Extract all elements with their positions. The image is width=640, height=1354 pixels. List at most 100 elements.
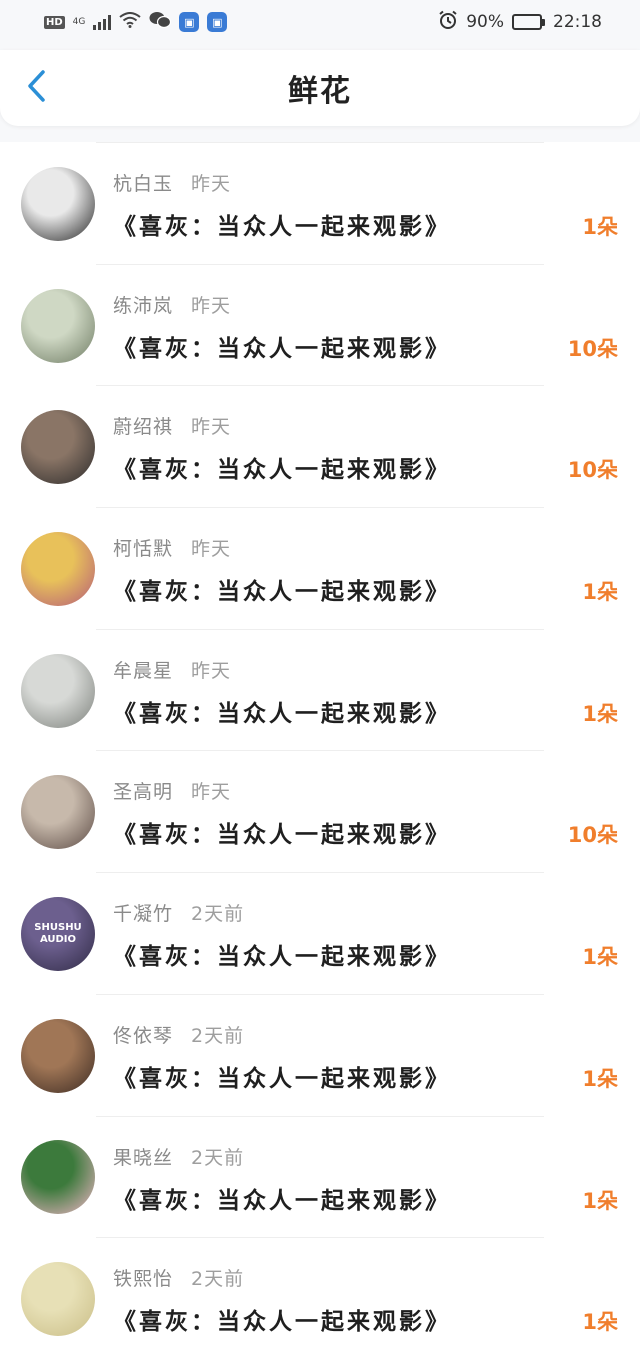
meta-line: 佟依琴 2天前 [113, 1021, 451, 1051]
flower-count: 10朵 [567, 823, 618, 848]
chevron-left-icon [26, 69, 46, 107]
timestamp: 2天前 [191, 903, 245, 926]
list-item[interactable]: 铁熙怡 2天前《喜灰：当众人一起来观影》 1朵 [0, 1238, 640, 1354]
meta-line: 千凝竹 2天前 [113, 899, 451, 929]
avatar[interactable] [21, 1140, 95, 1215]
avatar[interactable] [21, 166, 95, 241]
list-item[interactable]: 圣高明 昨天《喜灰：当众人一起来观影》 10朵 [0, 751, 640, 873]
page-title: 鲜花 [288, 74, 352, 109]
timestamp: 昨天 [191, 294, 232, 317]
list-item[interactable]: 杭白玉 昨天《喜灰：当众人一起来观影》 1朵 [0, 143, 640, 265]
user-name: 果晓丝 [113, 1146, 174, 1169]
work-title: 《喜灰：当众人一起来观影》 [113, 944, 451, 971]
user-name: 圣高明 [113, 781, 174, 804]
list-item[interactable]: SHUSHU AUDIO 千凝竹 2天前《喜灰：当众人一起来观影》 1朵 [0, 873, 640, 995]
work-title: 《喜灰：当众人一起来观影》 [113, 335, 451, 362]
user-name: 佟依琴 [113, 1024, 174, 1047]
network-type: 4G [72, 16, 86, 27]
work-title: 《喜灰：当众人一起来观影》 [113, 822, 451, 849]
work-title: 《喜灰：当众人一起来观影》 [113, 1065, 451, 1092]
item-text: 牟晨星 昨天《喜灰：当众人一起来观影》 [113, 656, 451, 728]
avatar[interactable] [21, 410, 95, 485]
avatar[interactable] [21, 1262, 95, 1337]
work-title: 《喜灰：当众人一起来观影》 [113, 1187, 451, 1214]
meta-line: 练沛岚 昨天 [113, 291, 451, 321]
flower-count: 10朵 [567, 336, 618, 361]
flower-count: 1朵 [582, 1066, 618, 1091]
timestamp: 2天前 [191, 1146, 245, 1169]
work-title: 《喜灰：当众人一起来观影》 [113, 579, 451, 606]
work-title: 《喜灰：当众人一起来观影》 [113, 1309, 451, 1336]
user-name: 牟晨星 [113, 659, 174, 682]
user-name: 蔚绍祺 [113, 416, 174, 439]
work-title: 《喜灰：当众人一起来观影》 [113, 214, 451, 240]
clock: 22:18 [553, 12, 602, 32]
meta-line: 柯恬默 昨天 [113, 534, 451, 564]
avatar[interactable] [21, 1018, 95, 1093]
user-name: 柯恬默 [113, 538, 174, 561]
avatar[interactable] [21, 653, 95, 728]
avatar[interactable] [21, 531, 95, 606]
flower-count: 1朵 [582, 580, 618, 605]
battery-icon [512, 14, 545, 30]
meta-line: 牟晨星 昨天 [113, 656, 451, 686]
flower-count: 1朵 [582, 215, 618, 239]
item-text: 练沛岚 昨天《喜灰：当众人一起来观影》 [113, 291, 451, 363]
item-text: 圣高明 昨天《喜灰：当众人一起来观影》 [113, 777, 451, 849]
flower-count: 1朵 [582, 1310, 618, 1335]
wechat-icon [149, 11, 172, 34]
flower-count: 1朵 [582, 945, 618, 970]
item-text: 柯恬默 昨天《喜灰：当众人一起来观影》 [113, 534, 451, 606]
battery-percent: 90% [466, 12, 504, 32]
status-bar: HD 4G ▣ ▣ 90% 22:18 [0, 0, 640, 44]
list-item[interactable]: 练沛岚 昨天《喜灰：当众人一起来观影》 10朵 [0, 265, 640, 387]
list-item[interactable]: 蔚绍祺 昨天《喜灰：当众人一起来观影》 10朵 [0, 386, 640, 508]
hd-badge: HD [44, 15, 65, 29]
meta-line: 蔚绍祺 昨天 [113, 412, 451, 442]
list-item[interactable]: 牟晨星 昨天《喜灰：当众人一起来观影》 1朵 [0, 630, 640, 752]
avatar[interactable]: SHUSHU AUDIO [21, 896, 95, 971]
user-name: 铁熙怡 [113, 1268, 174, 1291]
user-name: 千凝竹 [113, 903, 174, 926]
flower-count: 1朵 [582, 1188, 618, 1213]
list-item[interactable]: 佟依琴 2天前《喜灰：当众人一起来观影》 1朵 [0, 995, 640, 1117]
timestamp: 昨天 [191, 781, 232, 804]
item-text: 铁熙怡 2天前《喜灰：当众人一起来观影》 [113, 1264, 451, 1336]
user-name: 练沛岚 [113, 294, 174, 317]
status-left: HD 4G ▣ ▣ [44, 11, 228, 34]
back-button[interactable] [22, 68, 50, 108]
app-badge-icon: ▣ [207, 12, 228, 32]
item-text: 果晓丝 2天前《喜灰：当众人一起来观影》 [113, 1143, 451, 1215]
alarm-icon [438, 10, 458, 35]
signal-icon [93, 14, 112, 30]
status-right: 90% 22:18 [438, 10, 602, 35]
meta-line: 果晓丝 2天前 [113, 1143, 451, 1173]
work-title: 《喜灰：当众人一起来观影》 [113, 457, 451, 484]
avatar-logo-text: SHUSHU [34, 921, 82, 933]
timestamp: 2天前 [191, 1024, 245, 1047]
avatar-logo-text: AUDIO [39, 933, 77, 945]
timestamp: 昨天 [191, 538, 232, 561]
list-item[interactable]: 柯恬默 昨天《喜灰：当众人一起来观影》 1朵 [0, 508, 640, 630]
timestamp: 2天前 [191, 1268, 245, 1291]
flower-count: 10朵 [567, 458, 618, 483]
screen: HD 4G ▣ ▣ 90% 22:18 鲜花 杭白玉 昨天 《喜灰：当众人一起来… [0, 0, 640, 1354]
nav-header: 鲜花 [0, 50, 640, 126]
timestamp: 昨天 [191, 659, 232, 682]
timestamp: 昨天 [191, 173, 232, 195]
item-text: 千凝竹 2天前《喜灰：当众人一起来观影》 [113, 899, 451, 971]
user-name: 杭白玉 [113, 173, 174, 195]
timestamp: 昨天 [191, 416, 232, 439]
meta-line: 铁熙怡 2天前 [113, 1264, 451, 1294]
item-text: 蔚绍祺 昨天《喜灰：当众人一起来观影》 [113, 412, 451, 484]
flower-count: 1朵 [582, 701, 618, 726]
app-badge-icon: ▣ [179, 12, 200, 32]
flower-gift-list: 杭白玉 昨天 《喜灰：当众人一起来观影》 1朵 练沛岚 昨天 《喜灰：当众人一起来观影》 10… [0, 142, 640, 1354]
list-item[interactable]: 果晓丝 2天前《喜灰：当众人一起来观影》 1朵 [0, 1117, 640, 1239]
meta-line: 圣高明 昨天 [113, 777, 451, 807]
work-title: 《喜灰：当众人一起来观影》 [113, 700, 451, 727]
avatar[interactable] [21, 288, 95, 363]
avatar[interactable] [21, 775, 95, 850]
item-text: 杭白玉 昨天《喜灰：当众人一起来观影》 [113, 169, 451, 241]
wifi-icon [119, 11, 141, 33]
